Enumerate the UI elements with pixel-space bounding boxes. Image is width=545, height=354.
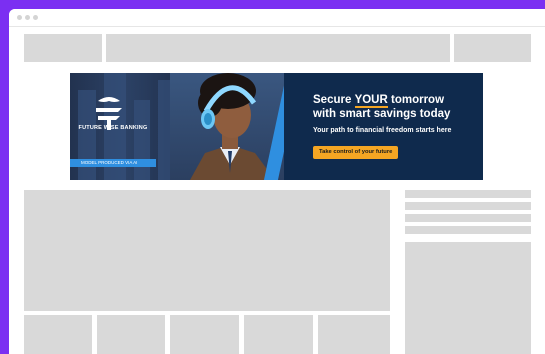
brand-name: FUTURE WISE BANKING <box>78 125 148 131</box>
card-placeholder <box>170 315 239 354</box>
ad-headline: Secure YOUR tomorrow with smart savings … <box>313 93 483 121</box>
sidebar-line <box>405 190 531 198</box>
window-dot-icon[interactable] <box>25 15 30 20</box>
browser-window: FUTURE WISE BANKING MODEL PRODUCED VIA A… <box>9 9 545 354</box>
ad-banner[interactable]: FUTURE WISE BANKING MODEL PRODUCED VIA A… <box>70 73 483 180</box>
sidebar-line <box>405 214 531 222</box>
main-content-block <box>24 190 390 311</box>
sidebar-block <box>405 242 531 354</box>
header-block-right <box>454 34 531 62</box>
headline-emphasis: YOUR <box>354 94 389 108</box>
ai-disclaimer: MODEL PRODUCED VIA AI <box>70 159 156 167</box>
card-placeholder <box>244 315 313 354</box>
window-dot-icon[interactable] <box>33 15 38 20</box>
ad-subheadline: Your path to financial freedom starts he… <box>313 127 452 134</box>
header-block-center <box>106 34 450 62</box>
card-placeholder <box>24 315 92 354</box>
brand-logo-icon <box>84 95 134 153</box>
card-placeholder <box>318 315 390 354</box>
sidebar-line <box>405 226 531 234</box>
headline-line2: with smart savings today <box>313 108 451 120</box>
headline-post: tomorrow <box>387 94 445 106</box>
cta-button[interactable]: Take control of your future <box>313 146 399 159</box>
sidebar-line <box>405 202 531 210</box>
header-block-left <box>24 34 102 62</box>
headline-pre: Secure <box>313 94 355 106</box>
window-dot-icon[interactable] <box>17 15 22 20</box>
browser-toolbar <box>9 9 545 27</box>
card-placeholder <box>97 315 165 354</box>
